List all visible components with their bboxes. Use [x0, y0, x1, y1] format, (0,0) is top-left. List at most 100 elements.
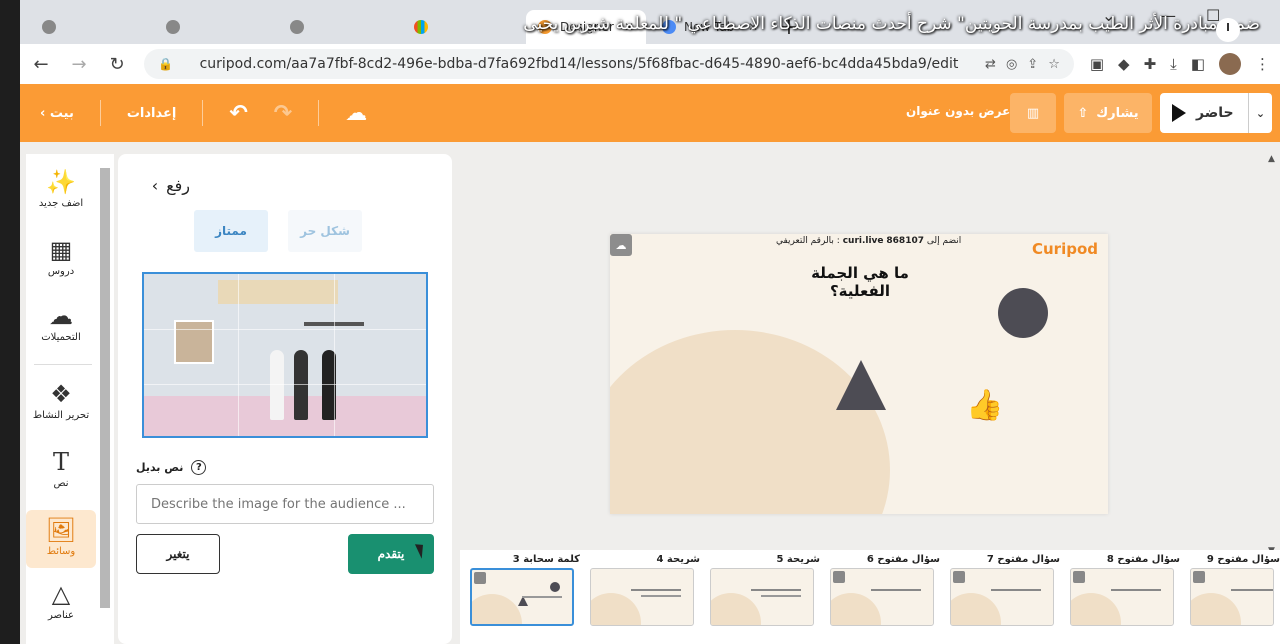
rail-label: التحميلات	[41, 332, 81, 343]
star-icon[interactable]: ☆	[1048, 57, 1060, 72]
profile-avatar[interactable]	[1219, 53, 1241, 75]
extensions-area: ▣ ◆ ✚ ⤓ ◧ ⋮	[1090, 53, 1270, 75]
slide-question[interactable]: ما هي الجملة الفعلية؟	[780, 264, 940, 300]
menu-icon[interactable]: ⋮	[1255, 55, 1270, 73]
slide-background-blob	[610, 330, 890, 514]
join-suffix: : بالرقم التعريفي	[776, 236, 840, 246]
redo-icon[interactable]: ↷	[274, 101, 292, 126]
rail-label: وسائط	[46, 546, 76, 557]
help-icon[interactable]: ?	[191, 460, 207, 475]
crop-grid-line	[144, 329, 426, 330]
tab-freeform[interactable]: شكل حر	[288, 210, 362, 252]
curipod-editor: ‹ بيت إعدادات ↶ ↷ ☁ عرض بدون عنوان ▥ ⇧ يش…	[20, 84, 1280, 644]
slide-thumb-9[interactable]: سؤال مفتوح 9	[1190, 550, 1280, 626]
eye-off-icon[interactable]: ◎	[1006, 57, 1017, 72]
puzzle-icon[interactable]: ✚	[1144, 55, 1157, 73]
rail-label: نص	[53, 478, 69, 489]
caption-controls	[1210, 0, 1280, 50]
upload-panel: رفع› شكل حر ممتاز نص بديل? يتغير يتقدم	[118, 154, 452, 644]
grid-icon: ▦	[49, 236, 73, 264]
chevron-left-icon: ›	[151, 176, 159, 195]
divider	[318, 100, 320, 126]
alt-text-input[interactable]	[136, 484, 434, 524]
rail-text[interactable]: T نص	[26, 448, 96, 489]
lock-icon: 🔒	[158, 57, 173, 71]
join-site: curi.live	[842, 236, 884, 246]
scroll-up-icon[interactable]: ▲	[1268, 154, 1275, 164]
slide-thumb-7[interactable]: سؤال مفتوح 7	[950, 550, 1060, 626]
rail-label: عناصر	[47, 610, 75, 621]
back-arrow-icon[interactable]: ←	[30, 54, 52, 75]
curipod-logo: Curipod	[1031, 240, 1098, 258]
forward-arrow-icon[interactable]: →	[68, 54, 90, 75]
shapes-icon: △	[51, 580, 71, 608]
divider	[202, 100, 204, 126]
rail-edit-activity[interactable]: ❖ تحرير النشاط	[26, 380, 96, 421]
rail-elements[interactable]: △ عناصر	[26, 580, 96, 621]
download-icon[interactable]: ⤓	[1170, 55, 1177, 73]
image-banner	[218, 280, 338, 304]
share-label: يشارك	[1096, 105, 1139, 121]
play-icon	[1172, 104, 1186, 122]
join-code: 868107	[886, 236, 924, 246]
blocks-icon: ❖	[50, 380, 72, 408]
thumbs-up-icon[interactable]: 👍	[966, 388, 1003, 423]
editor-header: ‹ بيت إعدادات ↶ ↷ ☁ عرض بدون عنوان ▥ ⇧ يش…	[20, 84, 1280, 142]
join-info: انضم إلى curi.live 868107 : بالرقم التعر…	[776, 236, 961, 246]
extension-icon[interactable]: ▣	[1090, 55, 1104, 73]
analytics-button[interactable]: ▥	[1010, 93, 1056, 133]
sidepanel-icon[interactable]: ◧	[1191, 55, 1205, 73]
crop-grid-line	[238, 274, 239, 436]
crop-grid-line	[144, 384, 426, 385]
address-bar[interactable]: 🔒 curipod.com/aa7a7fbf-8cd2-496e-bdba-d7…	[144, 49, 1074, 79]
browser-chrome: Designer ✕ New Tab ✕ + ⌄ — ☐ ← → ↻ 🔒 curip…	[20, 0, 1280, 84]
alt-text-label: نص بديل?	[136, 460, 207, 475]
canvas-scrollbar[interactable]: ▲ ▼	[1268, 154, 1276, 556]
slide-thumb-label: شريحة 4	[656, 554, 700, 564]
join-prefix: انضم إلى	[926, 236, 962, 246]
magic-wand-icon: ✨	[46, 168, 76, 196]
slide-thumb-label: سؤال مفتوح 6	[866, 554, 940, 564]
slide-thumb-3[interactable]: كلمة سحابة 3	[470, 550, 580, 626]
slide-thumb-preview	[1190, 568, 1274, 626]
slide-thumb-4[interactable]: شريحة 4	[590, 550, 700, 626]
panel-back-button[interactable]: رفع ›	[152, 176, 190, 195]
presentation-title[interactable]: عرض بدون عنوان	[906, 104, 1010, 118]
slide-canvas[interactable]: ☁ انضم إلى curi.live 868107 : بالرقم الت…	[610, 234, 1108, 514]
upload-cloud-icon: ☁	[49, 302, 73, 330]
rail-scrollbar[interactable]	[100, 168, 110, 608]
slide-thumb-preview	[470, 568, 574, 626]
upload-icon: ⇧	[1077, 105, 1089, 121]
settings-button[interactable]: إعدادات	[127, 106, 177, 121]
rail-uploads[interactable]: ☁ التحميلات	[26, 302, 96, 343]
slide-thumb-preview	[590, 568, 694, 626]
circle-shape[interactable]	[998, 288, 1048, 338]
present-dropdown-icon[interactable]: ⌄	[1248, 93, 1272, 133]
slide-thumb-preview	[830, 568, 934, 626]
rail-lessons[interactable]: ▦ دروس	[26, 236, 96, 277]
browser-toolbar: ← → ↻ 🔒 curipod.com/aa7a7fbf-8cd2-496e-b…	[20, 44, 1280, 84]
triangle-shape[interactable]	[836, 360, 886, 410]
undo-icon[interactable]: ↶	[229, 101, 247, 126]
rail-divider	[34, 364, 92, 365]
uploaded-image[interactable]	[142, 272, 428, 438]
image-figure	[294, 350, 308, 420]
divider	[99, 100, 101, 126]
slide-thumb-5[interactable]: شريحة 5	[710, 550, 820, 626]
fox-extension-icon[interactable]: ◆	[1118, 55, 1130, 73]
present-button[interactable]: حاضر ⌄	[1160, 93, 1272, 133]
change-button[interactable]: يتغير	[136, 534, 220, 574]
slide-thumb-8[interactable]: سؤال مفتوح 8	[1070, 550, 1180, 626]
rail-add-new[interactable]: ✨ اضف جديد	[26, 168, 96, 209]
cloud-icon: ☁	[610, 234, 632, 256]
translate-icon[interactable]: ⇄	[985, 57, 996, 72]
slide-filmstrip: كلمة سحابة 3 شريحة 4 شريحة 5 سؤال مفتوح …	[460, 550, 1280, 644]
share-icon[interactable]: ⇪	[1027, 57, 1038, 72]
slide-thumb-6[interactable]: سؤال مفتوح 6	[830, 550, 940, 626]
share-button[interactable]: ⇧ يشارك	[1064, 93, 1152, 133]
rail-media[interactable]: 🖼 وسائط	[26, 510, 96, 568]
slide-thumb-label: سؤال مفتوح 8	[1106, 554, 1180, 564]
reload-icon[interactable]: ↻	[106, 54, 128, 75]
tab-excellent[interactable]: ممتاز	[194, 210, 268, 252]
home-back-button[interactable]: ‹ بيت	[40, 106, 74, 121]
